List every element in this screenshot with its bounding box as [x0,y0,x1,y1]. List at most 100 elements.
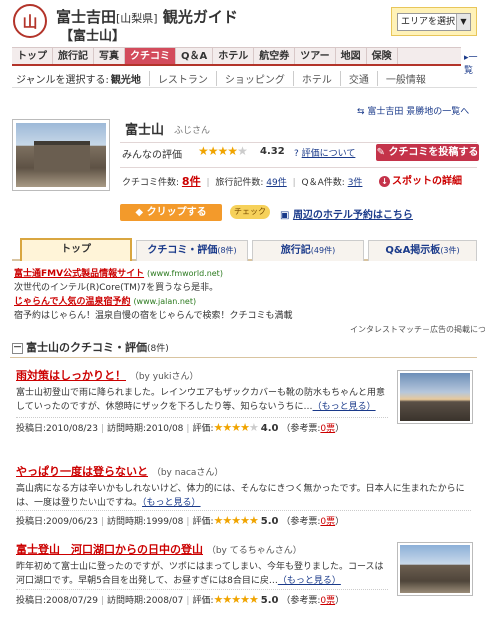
travel-count-label: 旅行記件数: [215,178,264,188]
review-author: （by nacaさん） [151,468,224,478]
nav-tab[interactable]: Q＆A [176,48,214,64]
posted-label: 投稿日: [16,596,47,606]
review-item: やっぱり一度は登らないと （by nacaさん） 高山病になる方は辛いかもしれな… [16,463,476,527]
review-rating-stars: ★★★★★ [214,421,259,434]
star-icon: ★ [240,514,250,527]
check-badge[interactable]: チェック [230,205,270,219]
clip-button[interactable]: ◆ クリップする [120,204,222,221]
reviews-heading: －富士山のクチコミ・評価(8件) [10,338,477,358]
star-icon: ★ [231,514,241,527]
eval-label: みんなの評価 [122,150,182,161]
area-select-box: エリアを選択 ▼ [391,7,477,36]
clip-icon: ◆ [135,207,144,218]
qa-count-link[interactable]: 3件 [348,178,363,188]
nav-tab[interactable]: 写真 [94,48,125,64]
site-logo[interactable]: 山 [13,4,47,38]
ad-title-link[interactable]: じゃらんで人気の温泉宿予約 [14,297,131,307]
review-body: 高山病になる方は辛いかもしれないけど、体力的には、そんなにきつく無かったです。日… [16,484,465,508]
nav-tab[interactable]: ツアー [295,48,336,64]
nav-tab[interactable]: 保険 [367,48,398,64]
genre-item[interactable]: ホテル [292,71,340,86]
genre-item[interactable]: 観光地 [109,71,149,86]
ref-vote-link[interactable]: 0票 [320,517,335,527]
spot-detail-link[interactable]: ↓ スポットの詳細 [379,172,462,187]
subtab-reviews[interactable]: クチコミ・評価(8件) [136,240,248,261]
separator: | [100,517,104,527]
nav-tab[interactable]: 旅行記 [53,48,94,64]
page-header: 山 富士吉田[山梨県] 観光ガイド 【富士山】 エリアを選択 ▼ [0,0,485,44]
ad-title-link[interactable]: 富士通FMV公式製品情報サイト [14,269,144,279]
star-icon: ★ [231,421,241,434]
genre-item[interactable]: ショッピング [215,71,293,86]
review-more-link[interactable]: （もっと見る） [278,576,341,586]
review-score: 5.0 [260,516,279,527]
review-title-link[interactable]: やっぱり一度は登らないと [16,465,148,478]
nav-tab[interactable]: クチコミ [125,48,176,64]
review-score: 5.0 [260,595,279,606]
nav-tab[interactable]: ホテル [213,48,255,64]
genre-bar: ジャンルを選択する: 観光地 レストラン ショッピング ホテル 交通 一般情報 [12,70,477,88]
review-photo[interactable] [397,542,473,596]
title-suffix: 観光ガイド [162,8,238,26]
spot-photo-image [16,123,106,187]
review-meta: 投稿日:2008/07/29 | 訪問時期:2008/07 | 評価:★★★★★ 5.0… [16,589,388,606]
rating-score: 4.32 [260,146,285,157]
visited-date: 1999/08 [146,517,184,527]
area-select-value: エリアを選択 [401,17,456,27]
review-meta: 投稿日:2009/06/23 | 訪問時期:1999/08 | 評価:★★★★★ 5.0… [16,510,471,527]
eval-help-link[interactable]: ? 評価について [294,146,355,159]
hotel-reservation-link[interactable]: ▣ 周辺のホテル予約はこちら [280,206,413,221]
ref-label: （参考票: [281,517,321,527]
title-prefecture: [山梨県] [116,12,158,25]
genre-item[interactable]: レストラン [148,71,216,86]
visited-date: 2010/08 [146,424,184,434]
qa-count-label: Q＆A件数: [301,178,345,188]
post-review-button[interactable]: ✎ クチコミを投稿する [376,144,479,161]
nav-tab[interactable]: 航空券 [254,48,296,64]
area-select[interactable]: エリアを選択 ▼ [397,13,471,31]
ref-vote-link[interactable]: 0票 [320,424,335,434]
visited-label: 訪問時期: [106,517,147,527]
collapse-toggle[interactable]: － [12,342,23,354]
review-more-link[interactable]: （もっと見る） [313,402,376,412]
spot-photo[interactable] [12,119,110,191]
subtab-qa[interactable]: Q&A掲示板(3件) [368,240,477,261]
separator: | [206,178,210,188]
visited-date: 2008/07 [146,596,184,606]
ref-close: ） [335,517,345,527]
genre-label: ジャンルを選択する: [16,75,109,86]
review-count-link[interactable]: 8件 [182,175,201,188]
travel-count-link[interactable]: 49件 [266,178,286,188]
divider [120,167,477,168]
ads-block: 富士通FMV公式製品情報サイト (www.fmworld.net) 次世代のイン… [14,267,474,323]
posted-date: 2008/07/29 [46,596,98,606]
reviews-heading-title: 富士山のクチコミ・評価 [26,341,147,354]
reviews-heading-count: (8件) [147,344,169,354]
review-more-link[interactable]: （もっと見る） [142,498,201,508]
review-rating-stars: ★★★★★ [214,593,259,606]
posted-date: 2009/06/23 [46,517,98,527]
page-title: 富士吉田[山梨県] 観光ガイド [56,6,238,27]
nav-tab[interactable]: 地図 [336,48,367,64]
genre-item[interactable]: 交通 [339,71,377,86]
star-icon: ★ [249,514,259,527]
subtab-top[interactable]: トップ [20,238,132,261]
ref-vote-link[interactable]: 0票 [320,596,335,606]
review-author: （by てるちゃんさん） [206,546,302,556]
subtab-travelogues[interactable]: 旅行記(49件) [252,240,364,261]
eval-label: 評価: [192,424,214,434]
hotel-icon: ▣ [280,210,290,221]
genre-item[interactable]: 一般情報 [376,71,434,86]
eval-label: 評価: [192,517,214,527]
ads-note-link[interactable]: インタレストマッチ－広告の掲載について [350,324,485,335]
eval-help-text[interactable]: 評価について [302,149,356,159]
review-title-link[interactable]: 富士登山 河口湖口からの日中の登山 [16,543,203,556]
review-title-link[interactable]: 雨対策はしっかりと！ [16,369,126,382]
visited-label: 訪問時期: [106,596,147,606]
chevron-down-icon[interactable]: ▼ [456,14,470,30]
pencil-icon: ✎ [376,147,385,158]
review-photo[interactable] [397,370,473,424]
review-meta: 投稿日:2010/08/23 | 訪問時期:2010/08 | 評価:★★★★★ 4.0… [16,417,388,434]
separator: | [100,596,104,606]
nav-tab[interactable]: トップ [12,48,53,64]
